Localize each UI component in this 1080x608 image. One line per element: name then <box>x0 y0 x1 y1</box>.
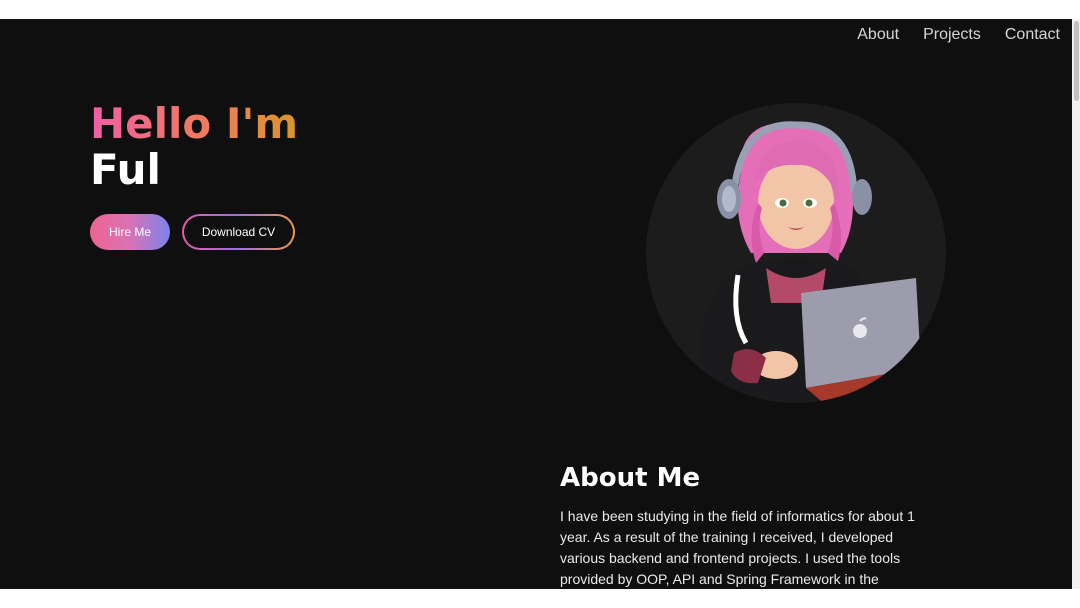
avatar-frame <box>646 103 946 403</box>
about-text: I have been studying in the field of inf… <box>560 508 915 587</box>
hero-buttons: Hire Me Download CV <box>90 214 295 250</box>
page-scrollbar[interactable] <box>1072 19 1080 589</box>
download-cv-border: Download CV <box>182 214 295 250</box>
nav-projects[interactable]: Projects <box>923 26 981 44</box>
nav-contact[interactable]: Contact <box>1005 26 1060 44</box>
download-cv-button[interactable]: Download CV <box>184 216 293 248</box>
browser-bottom-strip <box>0 589 1080 608</box>
page-viewport: About Projects Contact Hello I'm Ful Hir… <box>0 19 1072 589</box>
nav-about[interactable]: About <box>857 26 899 44</box>
about-title: About Me <box>560 463 701 493</box>
scrollbar-thumb[interactable] <box>1074 21 1079 101</box>
hero-title: Hello I'm Ful <box>90 101 298 193</box>
hero-greeting: Hello I'm <box>90 99 299 148</box>
avatar-illustration-icon <box>700 121 926 403</box>
hire-me-button[interactable]: Hire Me <box>90 214 170 250</box>
hero-name: Ful <box>90 145 161 194</box>
browser-top-strip <box>0 0 1080 19</box>
top-nav: About Projects Contact <box>857 26 1060 44</box>
